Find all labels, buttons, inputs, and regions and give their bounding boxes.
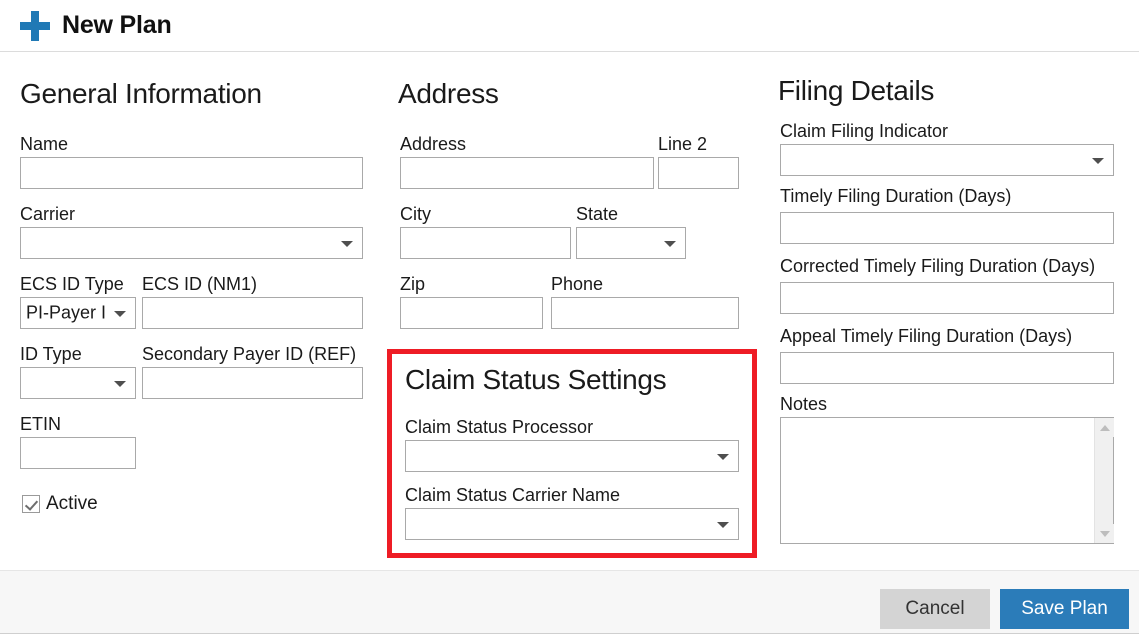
cancel-button[interactable]: Cancel bbox=[880, 589, 990, 629]
plus-icon bbox=[20, 10, 50, 41]
phone-input[interactable] bbox=[551, 297, 739, 329]
claim-status-processor-select[interactable] bbox=[405, 440, 739, 472]
ecs-id-type-selected-value: PI-Payer I bbox=[26, 302, 107, 323]
notes-field[interactable] bbox=[780, 417, 1114, 544]
page-header: New Plan bbox=[0, 0, 1139, 52]
chevron-down-icon bbox=[341, 241, 353, 247]
claim-status-settings-inner: Claim Status Settings Claim Status Proce… bbox=[392, 354, 752, 553]
address-label: Address bbox=[400, 134, 467, 154]
city-input[interactable] bbox=[400, 227, 571, 259]
zip-label: Zip bbox=[400, 274, 426, 294]
chevron-down-icon bbox=[114, 311, 126, 317]
triangle-up-icon bbox=[1099, 424, 1110, 431]
state-label: State bbox=[576, 204, 619, 224]
claim-status-carrier-name-label: Claim Status Carrier Name bbox=[405, 485, 621, 505]
claim-status-settings-panel: Claim Status Settings Claim Status Proce… bbox=[387, 349, 757, 558]
address-heading: Address bbox=[398, 78, 499, 109]
ecs-id-type-label: ECS ID Type bbox=[20, 274, 124, 294]
timely-filing-duration-input[interactable] bbox=[780, 212, 1114, 244]
id-type-label: ID Type bbox=[20, 344, 82, 364]
name-input[interactable] bbox=[20, 157, 363, 189]
line2-input[interactable] bbox=[658, 157, 739, 189]
address-input[interactable] bbox=[400, 157, 654, 189]
phone-label: Phone bbox=[551, 274, 604, 294]
claim-status-processor-label: Claim Status Processor bbox=[405, 417, 594, 437]
etin-label: ETIN bbox=[20, 414, 62, 434]
etin-input[interactable] bbox=[20, 437, 136, 469]
chevron-down-icon bbox=[114, 381, 126, 387]
claim-filing-indicator-label: Claim Filing Indicator bbox=[780, 121, 949, 141]
line2-label: Line 2 bbox=[658, 134, 708, 154]
ecs-id-type-select[interactable]: PI-Payer I bbox=[20, 297, 136, 329]
chevron-down-icon bbox=[664, 241, 676, 247]
triangle-down-icon bbox=[1099, 530, 1110, 537]
chevron-down-icon bbox=[717, 454, 729, 460]
state-select[interactable] bbox=[576, 227, 686, 259]
active-checkbox[interactable] bbox=[22, 495, 40, 513]
carrier-label: Carrier bbox=[20, 204, 76, 224]
notes-label: Notes bbox=[780, 394, 828, 414]
claim-filing-indicator-select[interactable] bbox=[780, 144, 1114, 176]
chevron-down-icon bbox=[1092, 158, 1104, 164]
appeal-timely-filing-duration-label: Appeal Timely Filing Duration (Days) bbox=[780, 326, 1073, 346]
secondary-payer-id-label: Secondary Payer ID (REF) bbox=[142, 344, 357, 364]
corrected-timely-filing-duration-label: Corrected Timely Filing Duration (Days) bbox=[780, 256, 1096, 276]
page-title: New Plan bbox=[62, 11, 172, 39]
page-footer: Cancel Save Plan bbox=[0, 570, 1139, 634]
claim-status-carrier-name-select[interactable] bbox=[405, 508, 739, 540]
scroll-down-button[interactable] bbox=[1095, 524, 1114, 543]
ecs-id-nm1-label: ECS ID (NM1) bbox=[142, 274, 258, 294]
id-type-select[interactable] bbox=[20, 367, 136, 399]
active-label: Active bbox=[46, 493, 98, 514]
name-label: Name bbox=[20, 134, 69, 154]
filing-details-heading: Filing Details bbox=[778, 75, 935, 106]
secondary-payer-id-input[interactable] bbox=[142, 367, 363, 399]
notes-textarea[interactable] bbox=[781, 418, 1094, 543]
carrier-select[interactable] bbox=[20, 227, 363, 259]
notes-scrollbar[interactable] bbox=[1094, 418, 1114, 543]
new-plan-page: New Plan General Information Name Carrie… bbox=[0, 0, 1139, 634]
chevron-down-icon bbox=[717, 522, 729, 528]
active-checkbox-row[interactable]: Active bbox=[22, 493, 98, 515]
save-plan-button[interactable]: Save Plan bbox=[1000, 589, 1129, 629]
timely-filing-duration-label: Timely Filing Duration (Days) bbox=[780, 186, 1012, 206]
claim-status-settings-heading: Claim Status Settings bbox=[405, 364, 667, 395]
general-information-heading: General Information bbox=[20, 78, 262, 109]
city-label: City bbox=[400, 204, 431, 224]
scroll-up-button[interactable] bbox=[1095, 418, 1114, 437]
appeal-timely-filing-duration-input[interactable] bbox=[780, 352, 1114, 384]
corrected-timely-filing-duration-input[interactable] bbox=[780, 282, 1114, 314]
ecs-id-nm1-input[interactable] bbox=[142, 297, 363, 329]
zip-input[interactable] bbox=[400, 297, 543, 329]
